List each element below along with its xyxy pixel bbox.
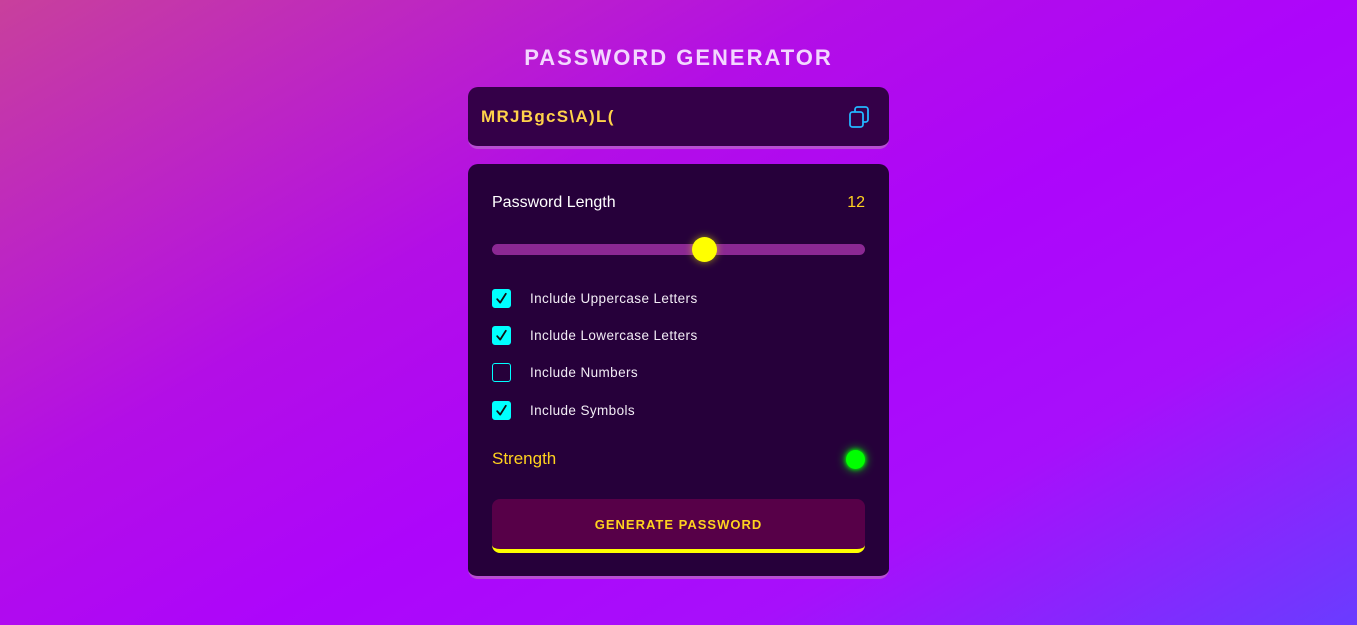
generate-password-button[interactable]: GENERATE PASSWORD [492, 499, 865, 553]
length-slider[interactable] [492, 237, 865, 262]
option-uppercase[interactable]: Include Uppercase Letters [492, 288, 698, 308]
settings-card: Password Length 12 Include Uppercase Let… [468, 164, 889, 579]
password-display: MRJBgcS\A)L( [468, 87, 889, 149]
uppercase-label: Include Uppercase Letters [530, 290, 698, 306]
length-label: Password Length [492, 194, 616, 211]
numbers-checkbox[interactable] [492, 362, 511, 382]
copy-icon[interactable] [847, 105, 871, 129]
numbers-label: Include Numbers [530, 364, 639, 380]
option-symbols[interactable]: Include Symbols [492, 400, 635, 420]
slider-thumb[interactable] [692, 237, 718, 262]
lowercase-label: Include Lowercase Letters [530, 327, 698, 343]
password-text: MRJBgcS\A)L( [481, 106, 615, 126]
check-icon [496, 329, 507, 340]
page-title: PASSWORD GENERATOR [524, 45, 833, 70]
lowercase-checkbox[interactable] [492, 325, 511, 345]
length-value: 12 [847, 194, 865, 211]
strength-indicator [846, 450, 865, 469]
option-lowercase[interactable]: Include Lowercase Letters [492, 325, 698, 345]
check-icon [496, 292, 507, 303]
uppercase-checkbox[interactable] [492, 288, 511, 308]
check-icon [496, 404, 507, 415]
symbols-label: Include Symbols [530, 402, 636, 418]
option-numbers[interactable]: Include Numbers [492, 362, 638, 382]
symbols-checkbox[interactable] [492, 400, 511, 420]
strength-label: Strength [492, 449, 557, 468]
